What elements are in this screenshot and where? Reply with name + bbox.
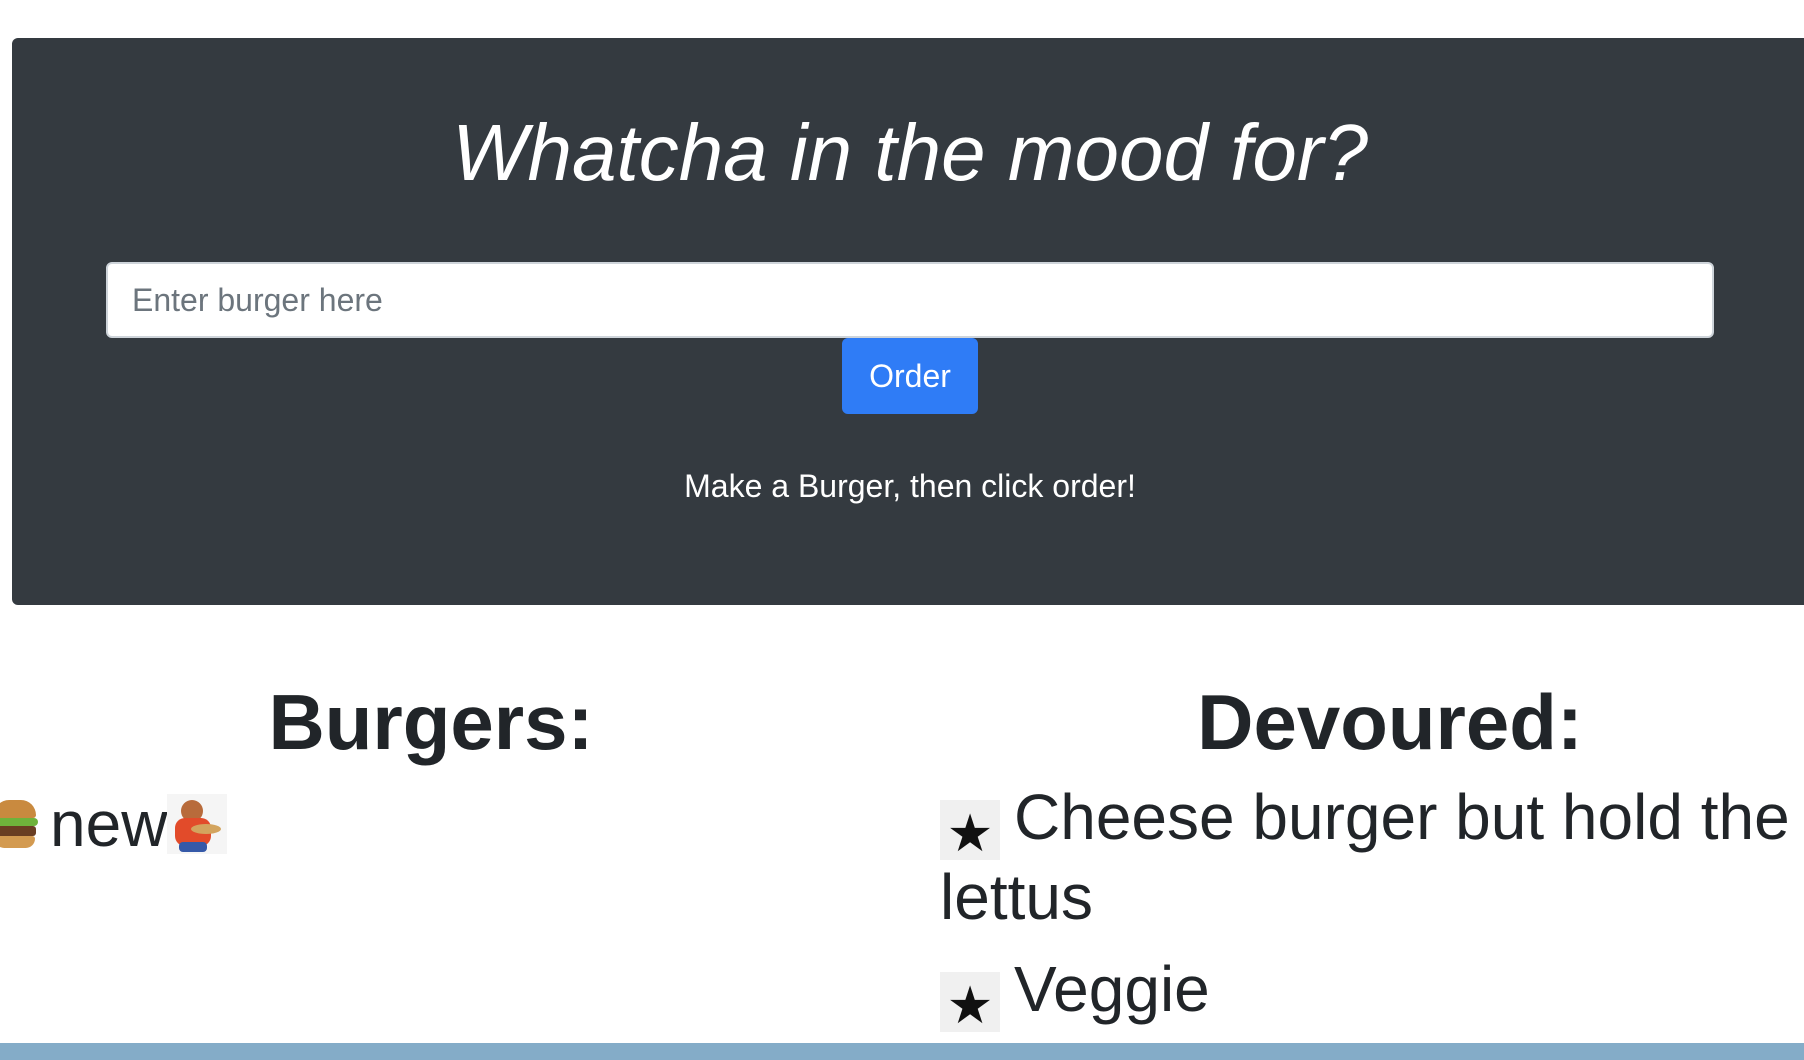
- burger-name: new: [50, 788, 168, 860]
- page-title: Whatcha in the mood for?: [451, 108, 1369, 197]
- burger-icon: [0, 794, 38, 854]
- devoured-heading: Devoured:: [1197, 678, 1583, 766]
- burger-input[interactable]: [106, 262, 1714, 338]
- devoured-name: Veggie: [1014, 953, 1210, 1025]
- devoured-item: ★ Veggie: [940, 952, 1800, 1035]
- burgers-heading: Burgers:: [268, 678, 594, 766]
- bottom-bar: [0, 1043, 1804, 1060]
- instructions-text: Make a Burger, then click order!: [684, 468, 1136, 504]
- devoured-name: Cheese burger but hold the lettus: [940, 781, 1790, 933]
- devour-icon[interactable]: [167, 794, 228, 854]
- devoured-item: ★ Cheese burger but hold the lettus: [940, 780, 1800, 934]
- star-icon: ★: [940, 800, 1000, 863]
- burger-item: new: [0, 785, 892, 863]
- burger-list: new: [0, 785, 892, 863]
- devoured-list: ★ Cheese burger but hold the lettus ★ Vegg…: [940, 780, 1800, 1050]
- star-icon: ★: [940, 972, 1000, 1035]
- order-button[interactable]: Order: [842, 338, 978, 414]
